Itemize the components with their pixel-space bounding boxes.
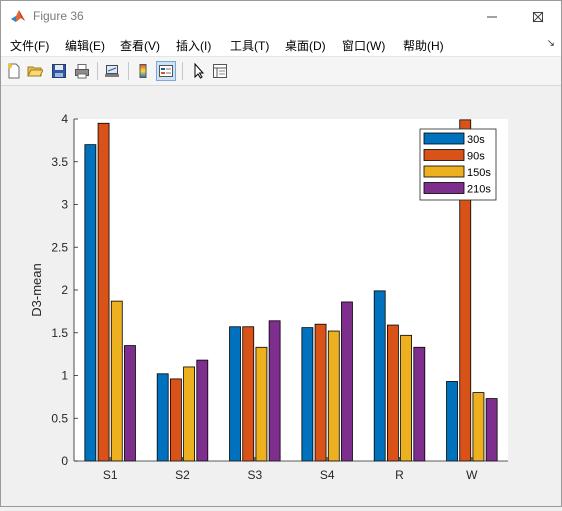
bar bbox=[400, 334, 413, 462]
y-tick-label: 3.5 bbox=[51, 155, 68, 169]
new-figure-button[interactable] bbox=[4, 61, 24, 81]
toolbar-separator bbox=[128, 62, 129, 80]
print-button[interactable] bbox=[72, 61, 92, 81]
legend-label: 210s bbox=[467, 184, 491, 196]
menu-edit[interactable]: 编辑(E) bbox=[65, 37, 105, 54]
bar bbox=[472, 392, 485, 462]
save-button[interactable] bbox=[49, 61, 69, 81]
y-tick-label: 0 bbox=[61, 454, 68, 468]
y-tick-label: 2 bbox=[61, 283, 68, 297]
y-axis-label: D3-mean bbox=[29, 263, 44, 316]
legend-swatch bbox=[423, 165, 465, 178]
link-plot-icon bbox=[105, 65, 119, 77]
y-tick-label: 1 bbox=[61, 369, 68, 383]
x-tick-label: W bbox=[466, 468, 478, 482]
legend-label: 90s bbox=[467, 151, 485, 163]
bar bbox=[229, 326, 241, 462]
colorbar-icon bbox=[139, 64, 147, 78]
open-file-button[interactable] bbox=[25, 61, 45, 81]
bar bbox=[97, 122, 110, 462]
bar bbox=[314, 323, 327, 462]
matlab-logo-icon bbox=[11, 10, 25, 22]
menu-overflow-arrow-icon[interactable]: ↘ bbox=[547, 38, 555, 49]
bar bbox=[373, 290, 386, 462]
bar bbox=[446, 381, 458, 462]
property-inspector-icon bbox=[213, 64, 227, 78]
menu-bar: 文件(F) 编辑(E) 查看(V) 插入(I) 工具(T) 桌面(D) 窗口(W… bbox=[1, 32, 561, 57]
new-figure-icon bbox=[7, 63, 20, 79]
toolbar-separator bbox=[97, 62, 98, 80]
y-tick-label: 3 bbox=[61, 198, 68, 212]
menu-view[interactable]: 查看(V) bbox=[120, 37, 160, 54]
bar-chart: S1 S2 S3 S4 R W 0 0.5 1 1.5 2 2.5 3 3.5 4 D3-mean 30s 90s… bbox=[29, 112, 508, 482]
y-tick-label: 0.5 bbox=[51, 411, 68, 425]
bar bbox=[110, 300, 123, 462]
window-title: Figure 36 bbox=[33, 9, 84, 23]
x-tick-label: S3 bbox=[247, 468, 262, 482]
menu-tools[interactable]: 工具(T) bbox=[230, 37, 269, 54]
legend-swatch bbox=[423, 132, 465, 145]
y-tick-label: 1.5 bbox=[51, 326, 68, 340]
menu-help[interactable]: 帮助(H) bbox=[403, 37, 444, 54]
menu-window[interactable]: 窗口(W) bbox=[342, 37, 385, 54]
bar bbox=[301, 327, 314, 462]
legend-label: 30s bbox=[467, 134, 485, 146]
bar bbox=[386, 324, 399, 462]
bar bbox=[413, 346, 426, 462]
figure-canvas: S1 S2 S3 S4 R W 0 0.5 1 1.5 2 2.5 3 3.5 4 D3-mean 30s 90s… bbox=[1, 86, 561, 506]
open-file-icon bbox=[27, 66, 43, 77]
save-icon bbox=[52, 64, 66, 78]
edit-plot-button[interactable] bbox=[188, 61, 208, 81]
insert-legend-button[interactable] bbox=[156, 61, 176, 81]
bar bbox=[156, 373, 169, 462]
bar bbox=[84, 144, 97, 462]
figure-toolbar bbox=[1, 57, 561, 86]
bar bbox=[169, 378, 182, 462]
bar bbox=[196, 359, 209, 462]
bar bbox=[485, 398, 498, 462]
minimize-button[interactable] bbox=[469, 1, 515, 32]
y-tick-label: 2.5 bbox=[51, 240, 68, 254]
minimize-icon bbox=[487, 16, 497, 17]
print-icon bbox=[75, 64, 89, 79]
x-tick-label: S2 bbox=[175, 468, 190, 482]
y-tick-label: 4 bbox=[61, 112, 68, 126]
insert-colorbar-button[interactable] bbox=[133, 61, 153, 81]
property-inspector-button[interactable] bbox=[210, 61, 230, 81]
menu-insert[interactable]: 插入(I) bbox=[176, 37, 211, 54]
bar bbox=[183, 366, 196, 462]
bar bbox=[255, 346, 268, 462]
x-tick-label: S1 bbox=[103, 468, 118, 482]
legend-icon bbox=[159, 65, 173, 77]
legend-swatch bbox=[423, 149, 465, 161]
pointer-icon bbox=[194, 63, 205, 79]
bar bbox=[327, 330, 340, 462]
bar bbox=[341, 301, 353, 462]
close-icon bbox=[532, 11, 544, 22]
title-bar: Figure 36 bbox=[1, 1, 561, 32]
close-button[interactable] bbox=[515, 1, 561, 32]
legend-swatch bbox=[423, 182, 465, 194]
x-tick-label: S4 bbox=[320, 468, 335, 482]
x-tick-label: R bbox=[395, 468, 404, 482]
link-plot-button[interactable] bbox=[102, 61, 122, 81]
figure-window: Figure 36 文件(F) 编辑(E) 查看(V) 插入(I) 工具(T) … bbox=[0, 0, 562, 507]
legend-label: 150s bbox=[467, 167, 491, 179]
bar bbox=[242, 326, 255, 462]
menu-file[interactable]: 文件(F) bbox=[10, 37, 49, 54]
menu-desktop[interactable]: 桌面(D) bbox=[285, 37, 326, 54]
bar bbox=[124, 345, 136, 462]
toolbar-separator bbox=[182, 62, 183, 80]
bar bbox=[268, 320, 281, 462]
